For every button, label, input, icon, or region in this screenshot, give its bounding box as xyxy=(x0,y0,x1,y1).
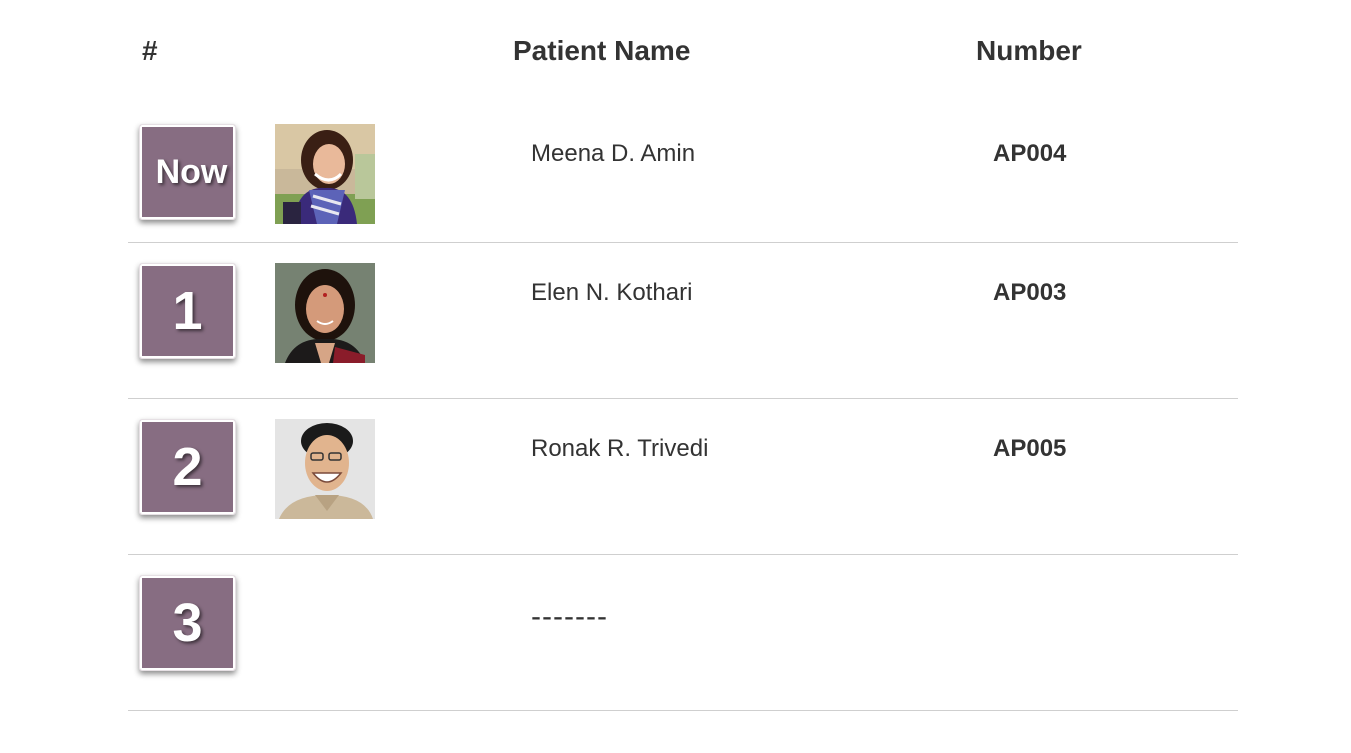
queue-position-badge: 2 xyxy=(139,419,236,515)
patient-photo-woman-scarf xyxy=(275,124,375,224)
patient-photo-woman-saree xyxy=(275,263,375,363)
appointment-number: AP003 xyxy=(993,279,1067,306)
patient-photo-man-glasses xyxy=(275,419,375,519)
header-patient-name: Patient Name xyxy=(513,35,691,66)
table-row: 3 ------- xyxy=(128,555,1238,711)
table-row: 2 Ronak R. Trivedi AP005 xyxy=(128,399,1238,555)
appointment-number: AP004 xyxy=(993,140,1067,167)
table-row: 1 Elen N. Kothari AP003 xyxy=(128,243,1238,399)
header-number: Number xyxy=(976,35,1082,66)
queue-position-badge: Now xyxy=(139,124,236,220)
patient-name: Meena D. Amin xyxy=(531,140,696,167)
patient-name-placeholder: ------- xyxy=(531,600,608,633)
table-header: # Patient Name Number xyxy=(128,0,1238,104)
appointment-number: AP005 xyxy=(993,435,1067,462)
table-row: Now Meena D. Amin AP004 xyxy=(128,104,1238,243)
patient-queue-table: # Patient Name Number Now Meena D. Amin … xyxy=(128,0,1238,711)
patient-name: Ronak R. Trivedi xyxy=(531,435,709,462)
queue-position-badge: 1 xyxy=(139,263,236,359)
queue-position-badge: 3 xyxy=(139,575,236,671)
patient-name: Elen N. Kothari xyxy=(531,279,693,306)
header-index: # xyxy=(142,35,158,66)
